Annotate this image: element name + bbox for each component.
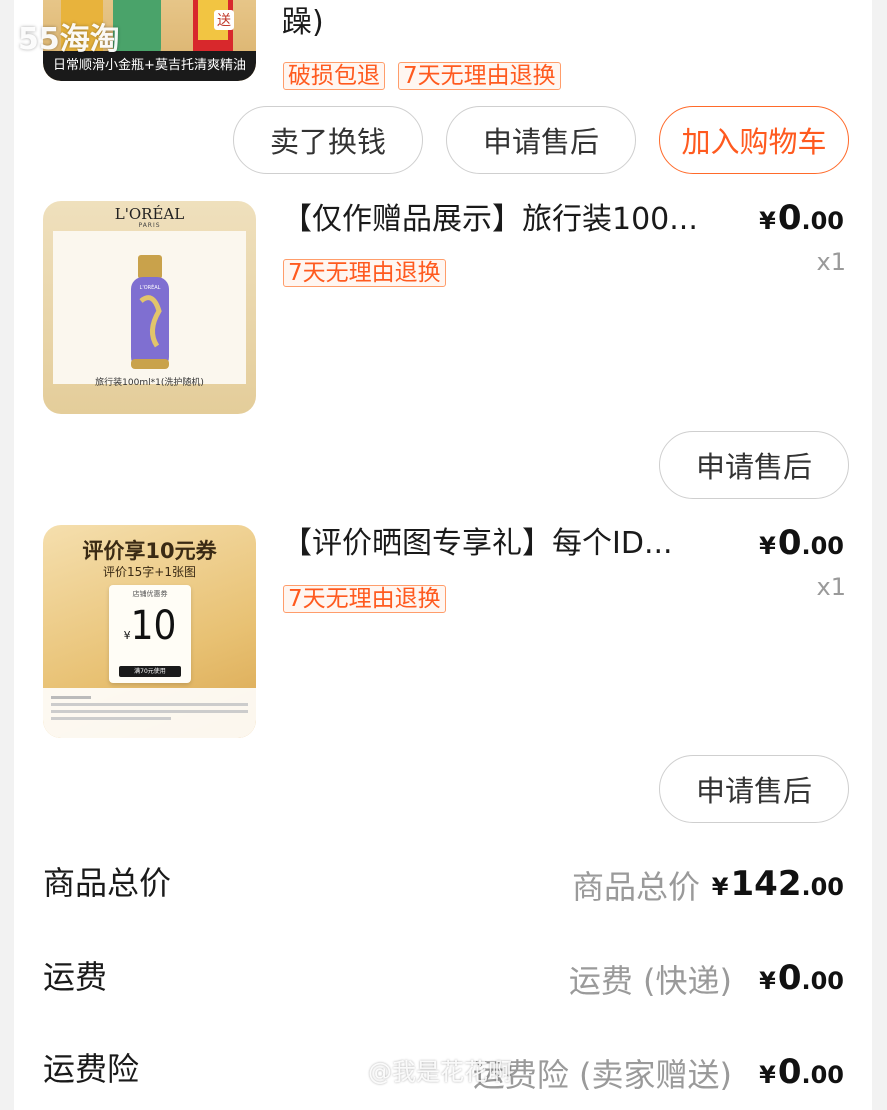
coupon-amount: 10 — [130, 603, 177, 649]
price-integer: 0 — [777, 198, 802, 238]
after-sales-button[interactable]: 申请售后 — [659, 431, 849, 499]
currency-symbol: ¥ — [759, 532, 776, 560]
item-quantity: x1 — [816, 248, 846, 276]
product-thumbnail-review-coupon[interactable]: 评价享10元券 评价15字+1张图 店铺优惠券 ¥10 满70元使用 — [43, 525, 256, 738]
currency-symbol: ¥ — [759, 207, 776, 235]
currency-symbol: ¥ — [759, 1061, 776, 1089]
user-watermark: @我是花花啊 — [368, 1058, 512, 1086]
thumb-badge: 送 — [214, 10, 234, 30]
coupon-currency: ¥ — [123, 629, 131, 642]
summary-amount-subtotal: ¥142.00 — [712, 864, 844, 904]
item-price: ¥0.00 — [759, 523, 844, 563]
after-sales-button[interactable]: 申请售后 — [446, 106, 636, 174]
tag-7day-return: 7天无理由退换 — [283, 585, 446, 613]
add-to-cart-button[interactable]: 加入购物车 — [659, 106, 849, 174]
product-title-travel-size[interactable]: 【仅作赠品展示】旅行装100... — [282, 200, 722, 240]
item-quantity: x1 — [816, 573, 846, 601]
coupon-value: ¥10 — [109, 603, 191, 649]
amount-integer: 0 — [777, 1052, 802, 1092]
thumb-caption: 旅行装100ml*1(洗护随机) — [95, 378, 204, 388]
coupon-subhead: 评价15字+1张图 — [103, 565, 196, 579]
price-decimal: .00 — [801, 207, 844, 235]
product-thumbnail-travel-size[interactable]: L'ORÉAL PARIS L'ORÉAL 旅行装100ml*1(洗护随机) — [43, 201, 256, 414]
price-integer: 0 — [777, 523, 802, 563]
order-card: 送 日常顺滑小金瓶+莫吉托清爽精油 躁) 破损包退 7天无理由退换 卖了换钱 申… — [14, 0, 872, 1110]
coupon-ticket: 店铺优惠券 ¥10 满70元使用 — [109, 585, 191, 683]
summary-sub-shipping: 运费 (快递) — [568, 962, 732, 1000]
bottle-label: L'ORÉAL — [139, 285, 161, 291]
coupon-rules-area — [43, 688, 256, 738]
coupon-condition: 满70元使用 — [119, 666, 181, 677]
tag-7day-return: 7天无理由退换 — [398, 62, 561, 90]
summary-amount-shipping-insurance: ¥0.00 — [759, 1052, 844, 1092]
currency-symbol: ¥ — [711, 873, 729, 901]
sell-button[interactable]: 卖了换钱 — [233, 106, 423, 174]
summary-label-shipping: 运费 — [43, 958, 108, 996]
product-title-tail[interactable]: 躁) — [282, 3, 324, 43]
amount-integer: 142 — [730, 864, 802, 904]
tag-7day-return: 7天无理由退换 — [283, 259, 446, 287]
currency-symbol: ¥ — [759, 967, 776, 995]
amount-decimal: .00 — [801, 873, 844, 901]
amount-decimal: .00 — [801, 967, 844, 995]
amount-decimal: .00 — [801, 1061, 844, 1089]
summary-amount-shipping: ¥0.00 — [759, 958, 844, 998]
after-sales-button[interactable]: 申请售后 — [659, 755, 849, 823]
product-title-review-gift[interactable]: 【评价晒图专享礼】每个ID... — [282, 524, 722, 564]
item-price: ¥0.00 — [759, 198, 844, 238]
summary-label-shipping-insurance: 运费险 — [43, 1050, 140, 1088]
tag-damage-refund: 破损包退 — [283, 62, 385, 90]
amount-integer: 0 — [777, 958, 802, 998]
price-decimal: .00 — [801, 532, 844, 560]
coupon-label: 店铺优惠券 — [132, 590, 168, 598]
summary-label-subtotal: 商品总价 — [43, 864, 172, 902]
summary-sub-subtotal: 商品总价 — [571, 868, 700, 906]
site-watermark: 55海淘 — [18, 22, 120, 57]
coupon-headline: 评价享10元券 — [82, 539, 217, 563]
